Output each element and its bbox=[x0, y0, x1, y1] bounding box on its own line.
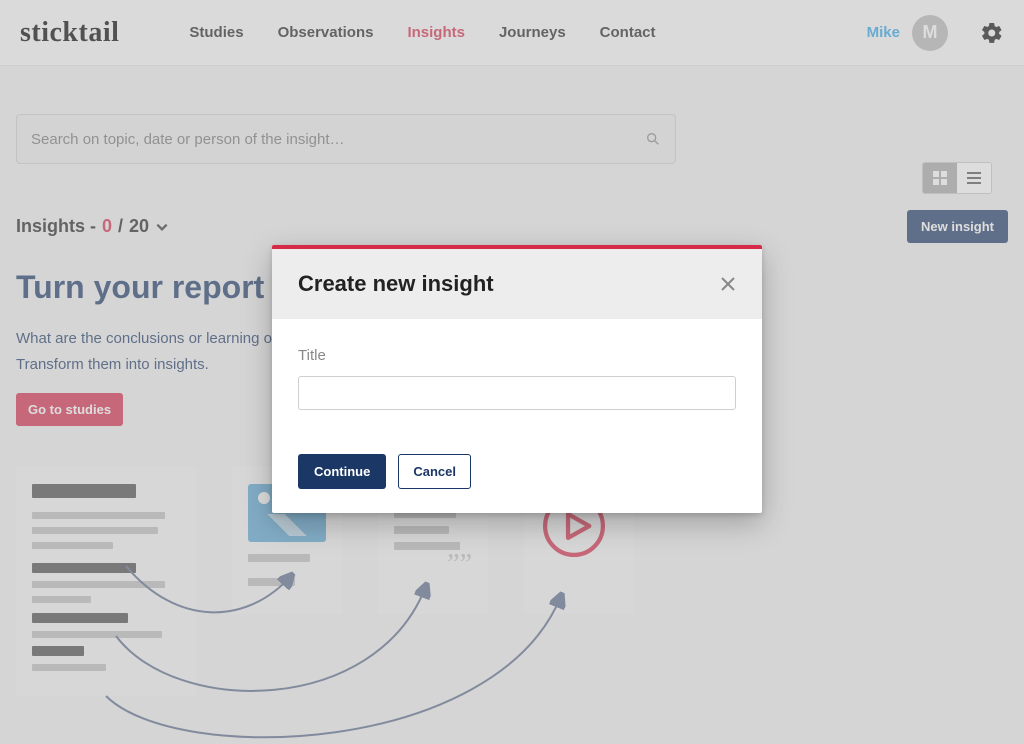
modal-actions: Continue Cancel bbox=[298, 454, 736, 489]
cancel-button[interactable]: Cancel bbox=[398, 454, 471, 489]
continue-button[interactable]: Continue bbox=[298, 454, 386, 489]
modal-title: Create new insight bbox=[298, 271, 494, 297]
modal-header: Create new insight bbox=[272, 249, 762, 319]
create-insight-modal: Create new insight Title Continue Cancel bbox=[272, 245, 762, 513]
close-icon[interactable] bbox=[720, 276, 736, 292]
modal-body: Title Continue Cancel bbox=[272, 319, 762, 513]
title-input[interactable] bbox=[298, 376, 736, 410]
title-field-label: Title bbox=[298, 347, 736, 364]
